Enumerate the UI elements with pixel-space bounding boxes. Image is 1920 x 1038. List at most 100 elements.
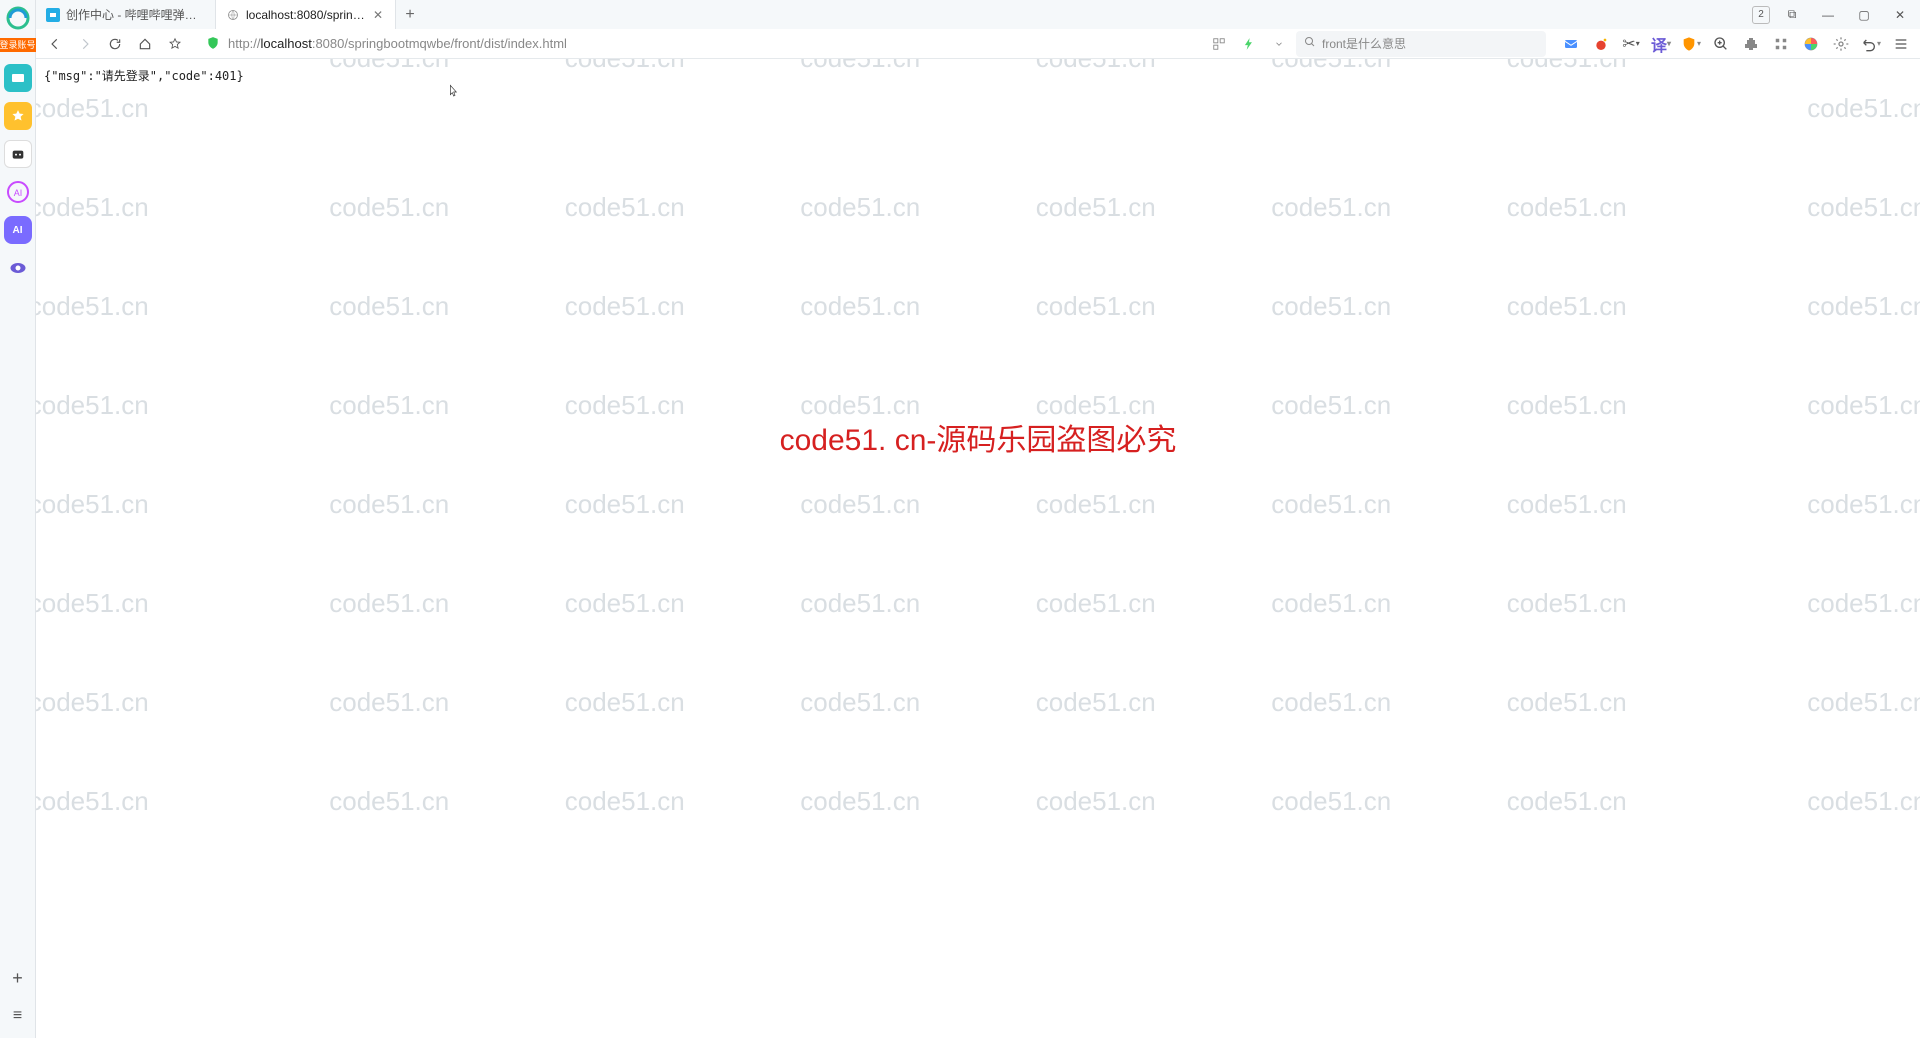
browser-left-sidebar: 登录账号 AI AI + ≡ (0, 0, 36, 1038)
login-badge[interactable]: 登录账号 (0, 38, 36, 52)
adblock-shield-icon[interactable]: ▾ (1678, 31, 1704, 57)
watermark-text: code51.cn (1449, 59, 1685, 74)
nav-star-button[interactable] (162, 31, 188, 57)
colorwheel-icon[interactable] (1798, 31, 1824, 57)
watermark-text: code51.cn (1750, 786, 1920, 817)
watermark-text: code51.cn (1214, 588, 1450, 619)
sidebar-eye-icon[interactable] (4, 254, 32, 282)
watermark-text: code51.cn (272, 59, 508, 74)
main-menu-icon[interactable] (1888, 31, 1914, 57)
watermark-text: code51.cn (272, 786, 508, 817)
watermark-text: code51.cn (1449, 687, 1685, 718)
watermark-text: code51.cn (36, 489, 207, 520)
sidebar-shortcut-1-icon[interactable] (4, 64, 32, 92)
watermark-text: code51.cn (1750, 93, 1920, 124)
sidebar-menu-button[interactable]: ≡ (4, 1002, 32, 1030)
tab-localhost[interactable]: localhost:8080/springbootmq ✕ (216, 0, 396, 29)
watermark-text: code51.cn (36, 390, 207, 421)
watermark-text: code51.cn (978, 59, 1214, 74)
watermark-text: code51.cn (36, 786, 207, 817)
sidebar-ai-circle-icon[interactable]: AI (4, 178, 32, 206)
watermark-text: code51.cn (36, 588, 207, 619)
watermark-text: code51.cn (978, 588, 1214, 619)
watermark-text: code51.cn (507, 192, 743, 223)
undo-icon[interactable]: ▾ (1858, 31, 1884, 57)
nav-reload-button[interactable] (102, 31, 128, 57)
tab-bilibili[interactable]: 创作中心 - 哔哩哔哩弹幕视频网 (36, 0, 216, 29)
watermark-center-text: code51. cn-源码乐园盗图必究 (780, 415, 1177, 459)
watermark-text: code51.cn (1449, 390, 1685, 421)
window-indicator[interactable]: 2 (1752, 6, 1770, 24)
tab-close-icon[interactable]: ✕ (371, 8, 385, 22)
mail-icon[interactable] (1558, 31, 1584, 57)
watermark-text: code51.cn (507, 489, 743, 520)
browser-toolbar: http://localhost:8080/springbootmqwbe/fr… (36, 29, 1920, 59)
toolbar-search-box[interactable]: front是什么意思 (1296, 31, 1546, 57)
window-pin-icon[interactable]: ⧉ (1778, 1, 1806, 29)
watermark-text: code51.cn (743, 489, 979, 520)
mouse-cursor-icon (445, 84, 461, 100)
watermark-text: code51.cn (507, 588, 743, 619)
tab-strip: 创作中心 - 哔哩哔哩弹幕视频网 localhost:8080/springbo… (36, 0, 1920, 29)
url-bar[interactable]: http://localhost:8080/springbootmqwbe/fr… (198, 31, 858, 57)
watermark-text: code51.cn (978, 390, 1214, 421)
watermark-text: code51.cn (1750, 687, 1920, 718)
security-shield-icon (206, 36, 222, 52)
watermark-text: code51.cn (36, 687, 207, 718)
watermark-text: code51.cn (507, 59, 743, 74)
globe-favicon-icon (226, 8, 240, 22)
watermark-text: code51.cn (1214, 291, 1450, 322)
zoom-icon[interactable] (1708, 31, 1734, 57)
watermark-text: code51.cn (1214, 192, 1450, 223)
window-minimize-button[interactable]: — (1814, 1, 1842, 29)
bilibili-favicon-icon (46, 8, 60, 22)
watermark-text: code51.cn (978, 489, 1214, 520)
watermark-text: code51.cn (507, 786, 743, 817)
watermark-text: code51.cn (743, 786, 979, 817)
watermark-text: code51.cn (743, 588, 979, 619)
sidebar-ai-square-icon[interactable]: AI (4, 216, 32, 244)
sidebar-robot-icon[interactable] (4, 140, 32, 168)
watermark-text: code51.cn (978, 192, 1214, 223)
url-text: http://localhost:8080/springbootmqwbe/fr… (228, 36, 567, 51)
window-close-button[interactable]: ✕ (1886, 1, 1914, 29)
gear-icon[interactable] (1828, 31, 1854, 57)
translate-icon[interactable]: 译▾ (1648, 31, 1674, 57)
extensions-icon[interactable] (1738, 31, 1764, 57)
search-placeholder: front是什么意思 (1322, 35, 1406, 52)
sidebar-favorites-icon[interactable] (4, 102, 32, 130)
qr-icon[interactable] (1206, 31, 1232, 57)
watermark-text: code51.cn (272, 291, 508, 322)
window-maximize-button[interactable]: ▢ (1850, 1, 1878, 29)
search-icon (1304, 36, 1316, 51)
watermark-text: code51.cn (507, 291, 743, 322)
watermark-text: code51.cn (272, 687, 508, 718)
watermark-text: code51.cn (1214, 489, 1450, 520)
flash-icon[interactable] (1236, 31, 1262, 57)
svg-text:AI: AI (13, 188, 22, 198)
nav-forward-button[interactable] (72, 31, 98, 57)
watermark-text: code51.cn (1449, 192, 1685, 223)
watermark-text: code51.cn (1214, 390, 1450, 421)
watermark-text: code51.cn (1750, 390, 1920, 421)
watermark-text: code51.cn (1214, 687, 1450, 718)
browser-logo-icon[interactable] (4, 4, 32, 32)
watermark-text: code51.cn (743, 59, 979, 74)
nav-back-button[interactable] (42, 31, 68, 57)
dropdown-icon[interactable] (1266, 31, 1292, 57)
watermark-text: code51.cn (1449, 291, 1685, 322)
watermark-text: code51.cn (36, 192, 207, 223)
watermark-text: code51.cn (978, 291, 1214, 322)
watermark-text: code51.cn (743, 687, 979, 718)
watermark-text: code51.cn (1750, 588, 1920, 619)
watermark-text: code51.cn (978, 786, 1214, 817)
scissors-icon[interactable]: ✂▾ (1618, 31, 1644, 57)
apps-grid-icon[interactable] (1768, 31, 1794, 57)
nav-home-button[interactable] (132, 31, 158, 57)
watermark-grid: code51.cncode51.cncode51.cncode51.cncode… (36, 59, 1920, 1038)
weibo-icon[interactable] (1588, 31, 1614, 57)
watermark-text: code51.cn (743, 291, 979, 322)
watermark-text: code51.cn (1214, 59, 1450, 74)
new-tab-button[interactable]: + (396, 1, 424, 29)
sidebar-add-button[interactable]: + (4, 964, 32, 992)
